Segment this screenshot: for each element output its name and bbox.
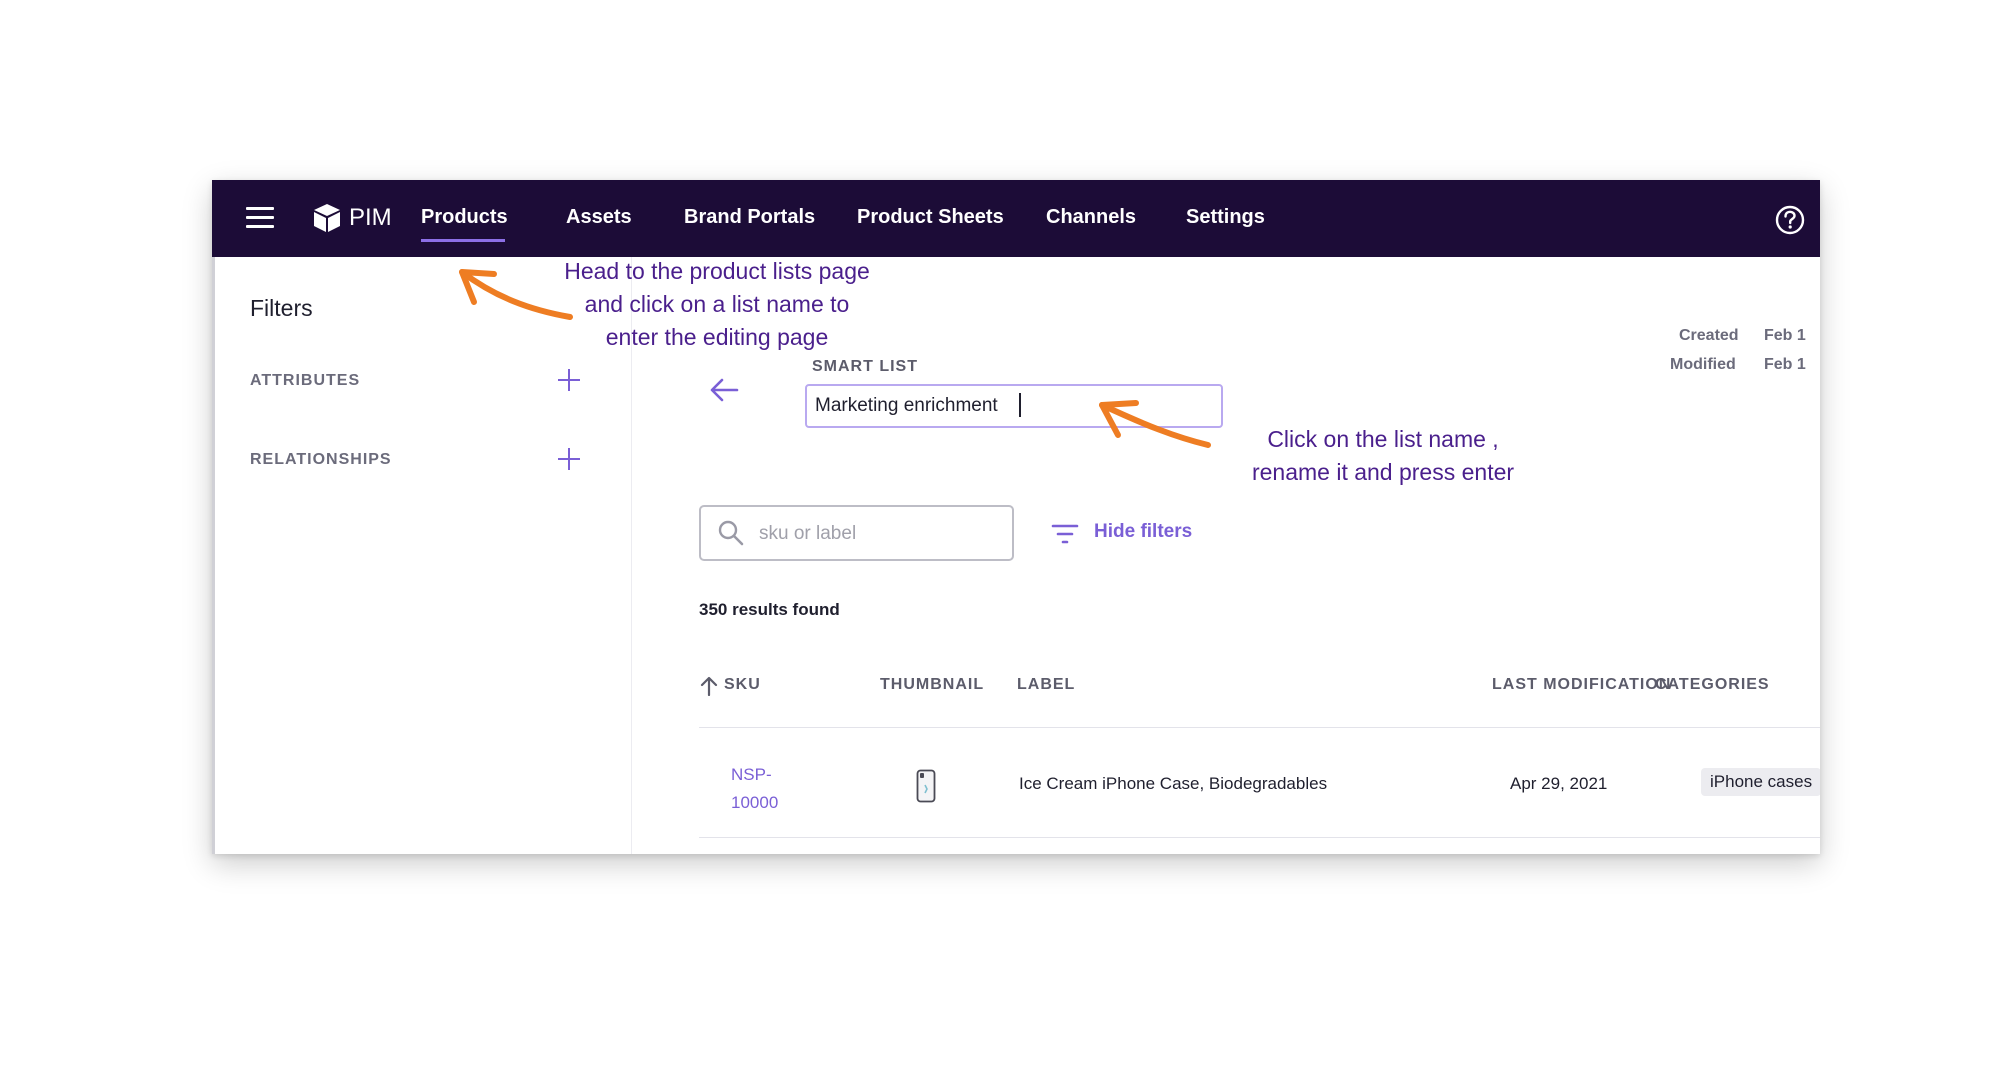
add-relationship-plus-icon[interactable] [558, 448, 580, 470]
created-label: Created [1679, 327, 1739, 344]
filters-title: Filters [250, 295, 313, 321]
sku-link[interactable]: NSP- 10000 [731, 761, 778, 817]
annotation-line: enter the editing page [605, 324, 829, 350]
annotation-line: Click on the list name , [1267, 426, 1499, 452]
table-row-divider [699, 837, 1820, 838]
text-cursor [1019, 393, 1021, 417]
annotation-arrow-2 [1099, 400, 1211, 448]
back-arrow-icon[interactable] [709, 377, 739, 403]
table-header-divider [699, 727, 1820, 728]
annotation-line: Head to the product lists page [564, 258, 870, 284]
phone-case-thumbnail [916, 769, 936, 803]
results-count: 350 results found [699, 600, 840, 619]
top-navigation-bar: PIM Products Assets Brand Portals Produc… [212, 180, 1820, 257]
last-modification-date: Apr 29, 2021 [1510, 774, 1608, 793]
annotation-arrow-1 [459, 269, 573, 320]
sku-prefix: NSP- [731, 765, 772, 784]
column-header-last-modification[interactable]: LAST MODIFICATION [1492, 676, 1671, 694]
nav-item-channels[interactable]: Channels [1046, 206, 1136, 229]
product-label: Ice Cream iPhone Case, Biodegradables [1019, 774, 1328, 793]
nav-item-brand-portals[interactable]: Brand Portals [684, 206, 815, 229]
annotation-line: rename it and press enter [1251, 459, 1515, 485]
category-badge: iPhone cases [1701, 768, 1820, 796]
annotation-rename-list: Click on the list name , rename it and p… [1213, 423, 1553, 489]
search-icon [718, 520, 744, 546]
search-box[interactable] [699, 505, 1014, 561]
hide-filters-button[interactable]: Hide filters [1094, 521, 1192, 543]
column-header-thumbnail: THUMBNAIL [880, 676, 985, 693]
nav-active-indicator [421, 239, 505, 242]
nav-item-product-sheets[interactable]: Product Sheets [857, 206, 1004, 229]
nav-item-settings[interactable]: Settings [1186, 206, 1265, 229]
sku-number: 10000 [731, 793, 779, 812]
modified-label: Modified [1670, 356, 1736, 373]
relationships-section-label: RELATIONSHIPS [250, 451, 392, 468]
modified-date: Feb 1 [1764, 356, 1806, 373]
nav-item-products[interactable]: Products [421, 206, 508, 229]
hamburger-menu-icon[interactable] [246, 207, 274, 229]
help-icon[interactable] [1775, 205, 1805, 235]
add-attribute-plus-icon[interactable] [558, 369, 580, 391]
search-input[interactable] [757, 517, 1001, 551]
column-header-sku[interactable]: SKU [724, 676, 761, 694]
brand-name: PIM [349, 204, 392, 231]
box-logo-icon [314, 204, 340, 232]
sort-ascending-arrow-icon[interactable] [700, 676, 718, 696]
column-header-label[interactable]: LABEL [1017, 676, 1075, 694]
created-date: Feb 1 [1764, 327, 1806, 344]
annotation-line: and click on a list name to [584, 291, 850, 317]
column-header-categories: CATEGORIES [1655, 676, 1770, 693]
nav-item-assets[interactable]: Assets [566, 206, 632, 229]
attributes-section-label: ATTRIBUTES [250, 372, 361, 389]
annotation-product-lists: Head to the product lists page and click… [527, 255, 907, 354]
smart-list-label: SMART LIST [812, 358, 918, 375]
filter-icon[interactable] [1051, 523, 1079, 545]
